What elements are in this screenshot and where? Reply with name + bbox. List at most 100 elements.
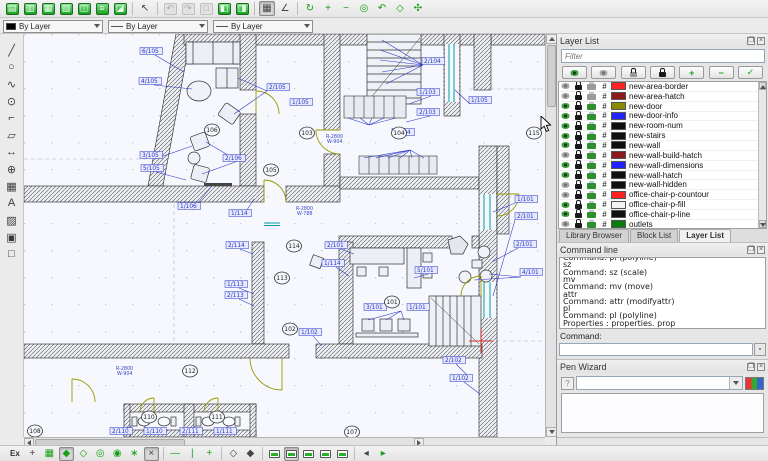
zoom-window-button[interactable]: ◇	[392, 1, 408, 16]
layer-visibility-icon[interactable]	[561, 123, 570, 129]
goto-absolute-zero-button[interactable]: ▸	[376, 447, 391, 461]
zoom-previous-button[interactable]: ↶	[374, 1, 390, 16]
layer-visibility-icon[interactable]	[561, 103, 570, 109]
drawing-canvas[interactable]: 6/1054/1052/1051/1053/1055/1052/1061/106…	[24, 34, 545, 437]
remove-layer-button[interactable]: −	[709, 66, 734, 79]
close-icon[interactable]: ×	[757, 363, 765, 371]
set-relative-zero-button[interactable]: ◆	[243, 447, 258, 461]
layer-lock-icon[interactable]	[575, 105, 582, 110]
layer-print-icon[interactable]	[587, 84, 596, 90]
layer-print-icon[interactable]	[587, 203, 596, 209]
layer-construction-icon[interactable]: #	[598, 121, 611, 130]
snap-endpoint-button[interactable]: ◆	[59, 447, 74, 461]
layer-row[interactable]: #new-wall-dimensions	[559, 161, 758, 171]
restrict-orthogonal-button[interactable]: +	[202, 447, 217, 461]
layer-lock-icon[interactable]	[575, 95, 582, 100]
layer-visibility-icon[interactable]	[561, 182, 570, 188]
layer-construction-icon[interactable]: #	[598, 161, 611, 170]
isometric-grid-button[interactable]: ∠	[277, 1, 293, 16]
tab-layer-list[interactable]: Layer List	[679, 229, 731, 242]
undock-icon[interactable]: ❐	[747, 246, 755, 254]
block-tool-button[interactable]: □	[2, 246, 21, 262]
layer-color-swatch[interactable]	[611, 171, 626, 179]
layer-visibility-icon[interactable]	[561, 93, 570, 99]
layer-color-swatch[interactable]	[611, 151, 626, 159]
tab-library-browser[interactable]: Library Browser	[559, 229, 629, 242]
layer-visibility-icon[interactable]	[561, 83, 570, 89]
modify-tool-button[interactable]: ▦	[2, 178, 21, 194]
layer-color-swatch[interactable]	[611, 191, 626, 199]
layer-visibility-icon[interactable]	[561, 133, 570, 139]
restrict-vertical-button[interactable]: |	[185, 447, 200, 461]
redo-button[interactable]: ↷	[180, 1, 196, 16]
layer-color-swatch[interactable]	[611, 122, 626, 130]
view-mode-draft-button[interactable]	[284, 447, 299, 461]
layer-construction-icon[interactable]: #	[598, 220, 611, 229]
layer-row[interactable]: #new-door	[559, 102, 758, 112]
save-file-button[interactable]: ▦	[40, 1, 56, 16]
layer-lock-icon[interactable]	[575, 184, 582, 189]
polyline-tool-button[interactable]: ⌐	[2, 110, 21, 126]
layer-visibility-icon[interactable]	[561, 192, 570, 198]
lock-relative-zero-button[interactable]: ◇	[226, 447, 241, 461]
layer-row[interactable]: #office-chair-p-line	[559, 210, 758, 220]
layer-color-swatch[interactable]	[611, 132, 626, 140]
layer-filter-input[interactable]	[561, 49, 765, 63]
layer-color-swatch[interactable]	[611, 102, 626, 110]
hatch-tool-button[interactable]: ▨	[2, 212, 21, 228]
layer-print-icon[interactable]	[587, 94, 596, 100]
snap-grid-button[interactable]: ▦	[42, 447, 57, 461]
layer-color-swatch[interactable]	[611, 92, 626, 100]
view-mode-lines-button[interactable]	[318, 447, 333, 461]
modify-layer-button[interactable]: ✓	[738, 66, 763, 79]
layer-row[interactable]: #new-area-border	[559, 82, 758, 92]
export-pdf-button[interactable]: ◪	[112, 1, 128, 16]
layer-lock-icon[interactable]	[575, 204, 582, 209]
redraw-button[interactable]: ↻	[302, 1, 318, 16]
layer-visibility-icon[interactable]	[561, 172, 570, 178]
layer-row[interactable]: #new-area-hatch	[559, 92, 758, 102]
layer-visibility-icon[interactable]	[561, 162, 570, 168]
snap-middle-button[interactable]: ◉	[110, 447, 125, 461]
pen-color-combo[interactable]: By Layer	[3, 20, 103, 33]
layer-visibility-icon[interactable]	[561, 202, 570, 208]
layer-print-icon[interactable]	[587, 104, 596, 110]
layer-print-icon[interactable]	[587, 173, 596, 179]
show-all-layers-button[interactable]	[562, 66, 587, 79]
layer-color-swatch[interactable]	[611, 112, 626, 120]
layer-row[interactable]: #new-wall-hidden	[559, 180, 758, 190]
print-button[interactable]: ≡	[94, 1, 110, 16]
layer-construction-icon[interactable]: #	[598, 102, 611, 111]
layer-color-swatch[interactable]	[611, 220, 626, 228]
layer-visibility-icon[interactable]	[561, 142, 570, 148]
layer-row[interactable]: #new-wall	[559, 141, 758, 151]
layer-construction-icon[interactable]: #	[598, 82, 611, 91]
snap-on-entity-button[interactable]: ◇	[76, 447, 91, 461]
layer-lock-icon[interactable]	[575, 115, 582, 120]
zoom-in-button[interactable]: +	[320, 1, 336, 16]
layer-row[interactable]: #new-wall-hatch	[559, 171, 758, 181]
zoom-pan-button[interactable]: ✣	[410, 1, 426, 16]
layer-print-icon[interactable]	[587, 153, 596, 159]
layer-row[interactable]: #new-stairs	[559, 131, 758, 141]
layer-lock-icon[interactable]	[575, 223, 582, 228]
save-as-button[interactable]: ▧	[58, 1, 74, 16]
print-preview-button[interactable]: ◫	[76, 1, 92, 16]
select-tool-button[interactable]: ▱	[2, 127, 21, 143]
layer-lock-icon[interactable]	[575, 135, 582, 140]
layer-visibility-icon[interactable]	[561, 152, 570, 158]
zoom-auto-button[interactable]: ◎	[356, 1, 372, 16]
layer-lock-icon[interactable]	[575, 85, 582, 90]
pen-linetype-combo[interactable]: By Layer	[213, 20, 313, 33]
layer-print-icon[interactable]	[587, 212, 596, 218]
dimension-tool-button[interactable]: ↔	[2, 144, 21, 160]
layer-construction-icon[interactable]: #	[598, 180, 611, 189]
layer-visibility-icon[interactable]	[561, 221, 570, 227]
ellipse-tool-button[interactable]: ⊙	[2, 93, 21, 109]
tab-block-list[interactable]: Block List	[630, 229, 678, 242]
close-icon[interactable]: ×	[757, 37, 765, 45]
view-mode-preview-button[interactable]	[301, 447, 316, 461]
pen-wizard-list[interactable]	[561, 393, 764, 433]
snap-free-button[interactable]: +	[25, 447, 40, 461]
chevron-down-icon[interactable]	[729, 377, 742, 389]
